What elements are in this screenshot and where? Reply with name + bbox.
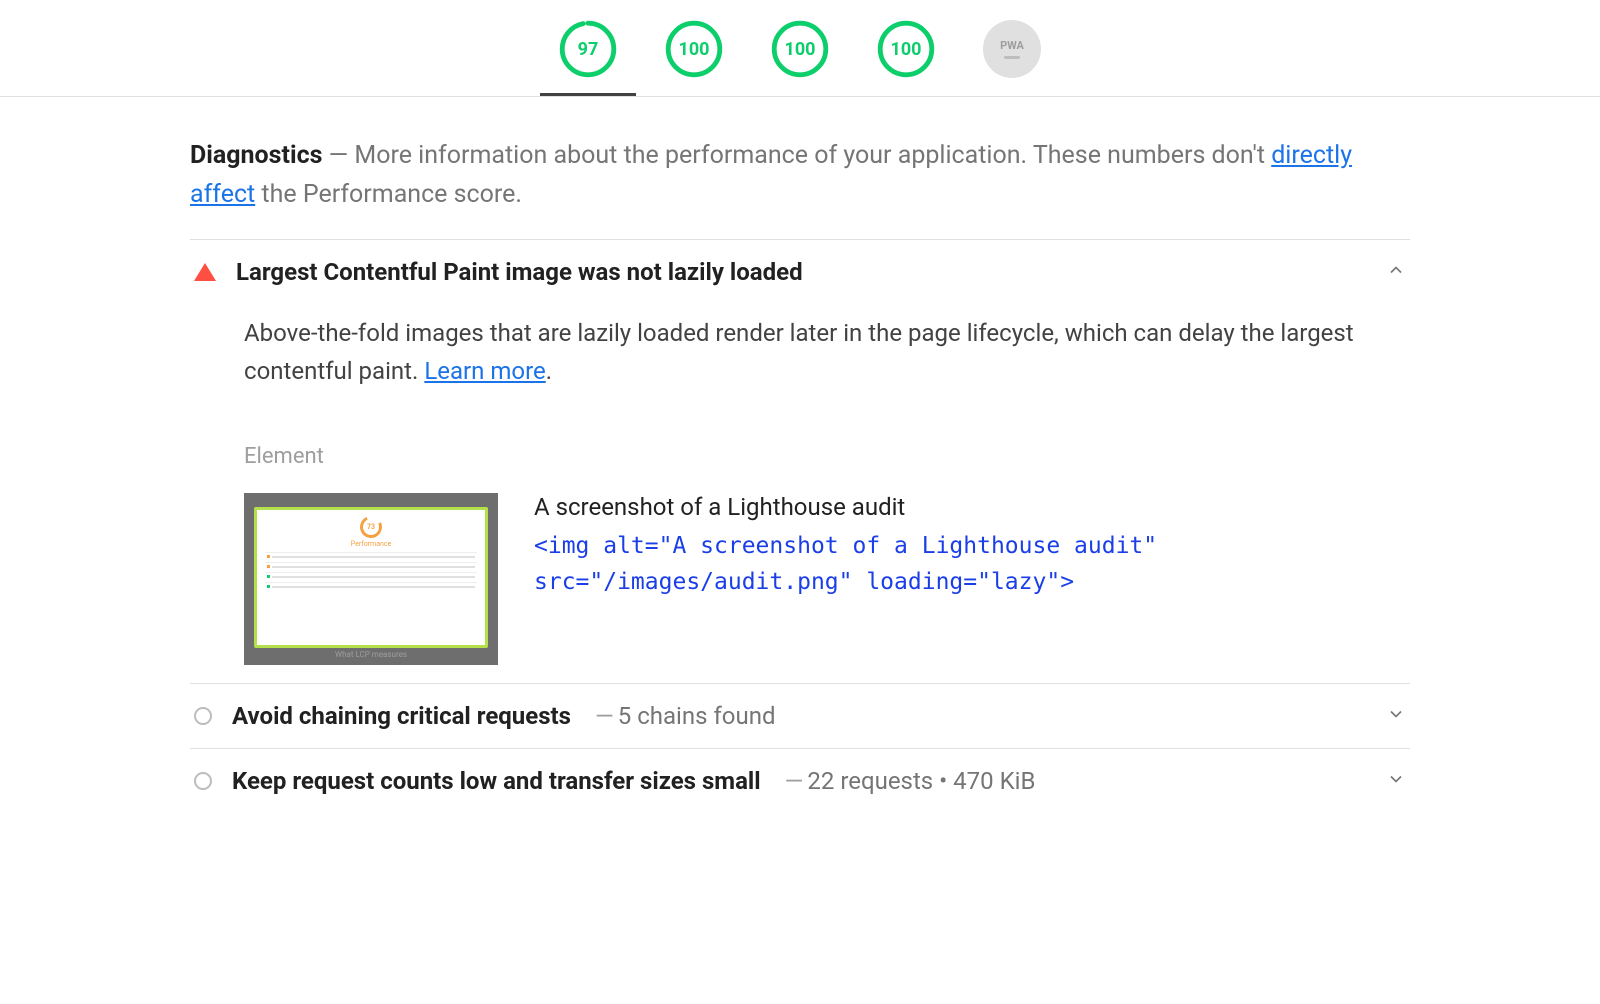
score-gauge-pwa[interactable]: PWA xyxy=(983,20,1041,78)
pwa-bar-icon xyxy=(1004,56,1020,59)
chevron-down-icon xyxy=(1386,769,1406,793)
diagnostics-desc-part2: the Performance score. xyxy=(255,180,522,209)
diagnostics-header: Diagnostics — More information about the… xyxy=(190,137,1410,215)
score-value: 100 xyxy=(665,20,723,78)
pwa-label: PWA xyxy=(1000,39,1024,52)
score-value: 100 xyxy=(771,20,829,78)
circle-neutral-icon xyxy=(194,707,212,725)
element-heading: Element xyxy=(244,444,1406,469)
audit-extra: 5 chains found xyxy=(618,702,776,730)
active-category-underline xyxy=(540,93,636,96)
audit-title: Avoid chaining critical requests xyxy=(232,702,571,730)
audit-toggle-row[interactable]: Keep request counts low and transfer siz… xyxy=(194,767,1406,795)
audit-chains: Avoid chaining critical requests —5 chai… xyxy=(190,683,1410,748)
audit-toggle-row[interactable]: Largest Contentful Paint image was not l… xyxy=(194,258,1406,286)
diagnostics-desc-part1: More information about the performance o… xyxy=(354,141,1271,170)
audit-title: Largest Contentful Paint image was not l… xyxy=(236,258,803,286)
report-content: Diagnostics — More information about the… xyxy=(180,97,1420,813)
element-caption: A screenshot of a Lighthouse audit xyxy=(534,493,1406,521)
score-gauge-performance[interactable]: 97 xyxy=(559,20,617,78)
audit-title: Keep request counts low and transfer siz… xyxy=(232,767,761,795)
thumb-caption: What LCP measures xyxy=(254,650,488,659)
audit-toggle-row[interactable]: Avoid chaining critical requests —5 chai… xyxy=(194,702,1406,730)
learn-more-link[interactable]: Learn more xyxy=(424,357,545,385)
audit-requests: Keep request counts low and transfer siz… xyxy=(190,748,1410,813)
diagnostics-title: Diagnostics xyxy=(190,141,322,170)
element-row: 73 Performance What LCP measures A scree… xyxy=(244,493,1406,665)
score-gauge-best-practices[interactable]: 100 xyxy=(771,20,829,78)
audit-extra: 22 requests • 470 KiB xyxy=(807,767,1035,795)
circle-neutral-icon xyxy=(194,772,212,790)
score-gauge-bar: 97 100 100 100 PWA xyxy=(0,0,1600,97)
audit-lcp-lazy: Largest Contentful Paint image was not l… xyxy=(190,239,1410,684)
score-gauge-accessibility[interactable]: 100 xyxy=(665,20,723,78)
score-value: 100 xyxy=(877,20,935,78)
audit-body: Above-the-fold images that are lazily lo… xyxy=(194,286,1406,666)
thumb-gauge-label: Performance xyxy=(265,540,477,548)
element-code-snippet: <img alt="A screenshot of a Lighthouse a… xyxy=(534,529,1406,600)
chevron-down-icon xyxy=(1386,704,1406,728)
score-gauge-seo[interactable]: 100 xyxy=(877,20,935,78)
element-thumbnail: 73 Performance What LCP measures xyxy=(244,493,498,665)
triangle-warning-icon xyxy=(194,263,216,281)
thumb-gauge-icon: 73 xyxy=(357,513,385,541)
audit-description: Above-the-fold images that are lazily lo… xyxy=(244,314,1404,391)
score-value: 97 xyxy=(559,20,617,78)
chevron-up-icon xyxy=(1386,260,1406,284)
